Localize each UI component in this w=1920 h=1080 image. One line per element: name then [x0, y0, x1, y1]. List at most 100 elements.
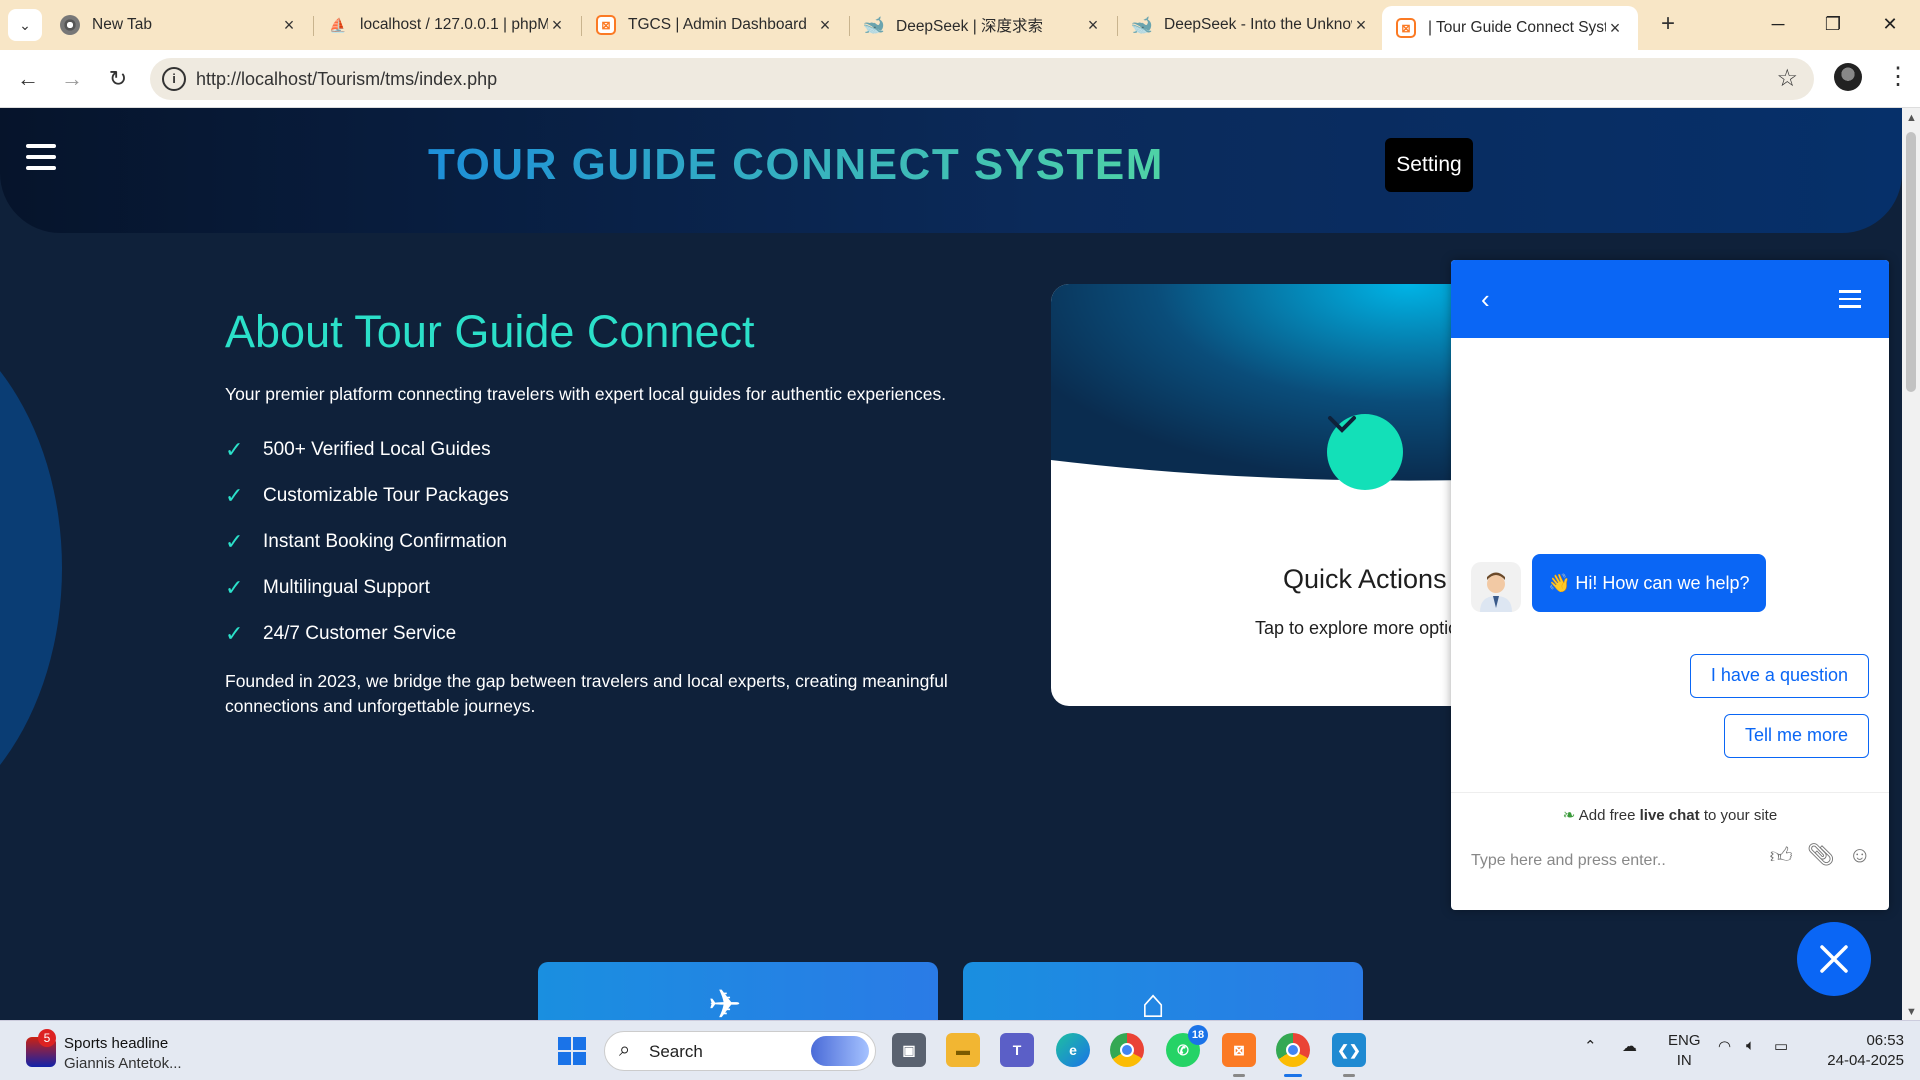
- tab-phpmyadmin[interactable]: ⛵ localhost / 127.0.0.1 | phpMyAdmin ×: [314, 6, 580, 44]
- language-indicator[interactable]: ENG IN: [1668, 1031, 1701, 1071]
- list-item: ✓ Instant Booking Confirmation: [225, 529, 507, 554]
- feature-card-1[interactable]: ✈: [538, 962, 938, 1020]
- agent-avatar: [1471, 562, 1521, 612]
- profile-avatar[interactable]: [1834, 63, 1862, 91]
- scrollbar-thumb[interactable]: [1906, 132, 1916, 392]
- thumbs-up-icon[interactable]: 👍︎: [1770, 842, 1793, 869]
- tab-title: New Tab: [92, 16, 153, 33]
- close-icon[interactable]: ×: [1084, 15, 1102, 36]
- deepseek-icon: 🐋: [1130, 14, 1154, 35]
- setting-button[interactable]: Setting: [1385, 138, 1473, 192]
- leaf-icon: ❧: [1562, 807, 1576, 824]
- quick-actions-title: Quick Actions: [1283, 564, 1447, 594]
- news-widget[interactable]: 5 Sports headline Giannis Antetok...: [26, 1029, 226, 1073]
- news-subtitle: Giannis Antetok...: [64, 1055, 182, 1072]
- file-explorer-icon[interactable]: ▬: [946, 1033, 980, 1067]
- vscode-icon[interactable]: ❮❯: [1332, 1033, 1366, 1077]
- close-icon[interactable]: ×: [816, 15, 834, 36]
- plane-icon: ✈: [708, 983, 742, 1020]
- hamburger-menu-icon[interactable]: [26, 144, 56, 172]
- minimize-button[interactable]: ─: [1758, 8, 1798, 40]
- chrome-taskbar-icon[interactable]: [1110, 1033, 1144, 1067]
- restore-button[interactable]: ❐: [1813, 8, 1853, 40]
- close-icon: ✕: [1882, 14, 1898, 34]
- forward-button[interactable]: →: [56, 63, 88, 95]
- emoji-icon[interactable]: ☺: [1849, 842, 1871, 869]
- tab-search-button[interactable]: ⌄: [8, 9, 42, 41]
- chat-message-input[interactable]: Type here and press enter..: [1471, 852, 1666, 870]
- about-lead: Your premier platform connecting travele…: [225, 384, 947, 404]
- new-tab-button[interactable]: +: [1654, 11, 1682, 39]
- scroll-up-icon[interactable]: ▲: [1906, 112, 1917, 124]
- xampp-taskbar-icon[interactable]: ⊠: [1222, 1033, 1256, 1077]
- taskbar-search[interactable]: ⌕ Search: [604, 1031, 876, 1071]
- whatsapp-icon[interactable]: ✆ 18: [1166, 1025, 1208, 1067]
- chat-option-question[interactable]: I have a question: [1689, 654, 1869, 698]
- windows-start-icon[interactable]: [558, 1037, 586, 1065]
- reload-button[interactable]: ↻: [102, 63, 134, 95]
- chat-close-button[interactable]: [1797, 922, 1871, 996]
- tab-title: localhost / 127.0.0.1 | phpMyAdmin: [360, 16, 548, 33]
- teams-icon[interactable]: T: [1000, 1033, 1034, 1067]
- search-highlight-image: [811, 1036, 869, 1066]
- url-text[interactable]: http://localhost/Tourism/tms/index.php: [196, 69, 497, 90]
- back-button[interactable]: ←: [12, 63, 44, 95]
- checkmark-icon: ✓: [225, 437, 244, 462]
- close-icon[interactable]: ×: [280, 15, 298, 36]
- site-info-icon[interactable]: i: [162, 67, 186, 91]
- page-viewport: TOUR GUIDE CONNECT SYSTEM Setting About …: [0, 108, 1902, 1020]
- tab-deepseek-2[interactable]: 🐋 DeepSeek - Into the Unknown ×: [1118, 6, 1384, 44]
- tab-title: DeepSeek - Into the Unknown: [1164, 16, 1352, 33]
- tab-new-tab[interactable]: New Tab ×: [46, 6, 312, 44]
- news-title: Sports headline: [64, 1035, 169, 1052]
- bookmark-star-icon[interactable]: ☆: [1776, 64, 1798, 93]
- live-chat-widget: ‹ 👋 Hi! How can we help? I have a questi…: [1451, 260, 1889, 910]
- about-founded: Founded in 2023, we bridge the gap betwe…: [225, 671, 948, 716]
- quick-actions-card[interactable]: Quick Actions Tap to explore more optio: [1051, 284, 1471, 706]
- feature-card-2[interactable]: ⌂: [963, 962, 1363, 1020]
- chevron-left-icon[interactable]: ‹: [1481, 284, 1490, 315]
- list-item: ✓ 24/7 Customer Service: [225, 621, 457, 646]
- tab-tour-guide-active[interactable]: ⊠ | Tour Guide Connect System ×: [1382, 6, 1638, 50]
- edge-icon[interactable]: e: [1056, 1033, 1090, 1067]
- reload-icon: ↻: [108, 66, 128, 91]
- expand-button[interactable]: [1327, 414, 1403, 490]
- browser-menu-icon[interactable]: ⋮: [1886, 62, 1910, 91]
- close-icon[interactable]: ×: [1352, 15, 1370, 36]
- news-badge: 5: [38, 1029, 56, 1047]
- arrow-right-icon: →: [61, 66, 83, 91]
- task-view-icon[interactable]: ▣: [892, 1033, 926, 1067]
- tab-admin-dashboard[interactable]: ⊠ TGCS | Admin Dashboard ×: [582, 6, 848, 44]
- paperclip-icon[interactable]: 📎︎: [1807, 842, 1835, 869]
- deepseek-icon: 🐋: [862, 14, 886, 35]
- checkmark-icon: ✓: [225, 621, 244, 646]
- system-clock[interactable]: 06:53 24-04-2025: [1818, 1031, 1904, 1071]
- close-icon: [1820, 945, 1848, 973]
- xampp-icon: ⊠: [1396, 18, 1416, 38]
- battery-icon[interactable]: ▭: [1774, 1037, 1788, 1055]
- chrome-active-icon[interactable]: [1276, 1033, 1310, 1077]
- wifi-icon[interactable]: ◠: [1718, 1037, 1731, 1055]
- page-scrollbar[interactable]: ▲ ▼: [1902, 108, 1920, 1020]
- tab-title: DeepSeek | 深度求索: [896, 18, 1044, 35]
- onedrive-icon[interactable]: ☁: [1622, 1037, 1637, 1055]
- list-item: ✓ 500+ Verified Local Guides: [225, 437, 491, 462]
- search-label: Search: [649, 1042, 703, 1061]
- arrow-left-icon: ←: [17, 66, 39, 91]
- site-header: TOUR GUIDE CONNECT SYSTEM Setting: [0, 108, 1902, 233]
- chat-tools: 👍︎ 📎︎ ☺: [1770, 842, 1871, 869]
- close-icon[interactable]: ×: [548, 15, 566, 36]
- chat-menu-icon[interactable]: [1839, 290, 1861, 313]
- chat-option-tell-more[interactable]: Tell me more: [1723, 714, 1869, 758]
- restore-icon: ❐: [1824, 14, 1842, 34]
- phpmyadmin-icon: ⛵: [329, 16, 347, 33]
- chat-promo-footer[interactable]: ❧ Add free live chat to your site: [1451, 792, 1889, 838]
- volume-icon[interactable]: 🔈︎: [1746, 1037, 1755, 1054]
- tray-overflow-icon[interactable]: ⌃: [1584, 1037, 1597, 1055]
- close-window-button[interactable]: ✕: [1870, 8, 1910, 40]
- close-icon[interactable]: ×: [1606, 18, 1624, 39]
- omnibox[interactable]: i http://localhost/Tourism/tms/index.php…: [150, 58, 1814, 100]
- tab-deepseek-1[interactable]: 🐋 DeepSeek | 深度求索 ×: [850, 6, 1116, 44]
- scroll-down-icon[interactable]: ▼: [1906, 1006, 1917, 1018]
- tab-title: | Tour Guide Connect System: [1428, 19, 1606, 36]
